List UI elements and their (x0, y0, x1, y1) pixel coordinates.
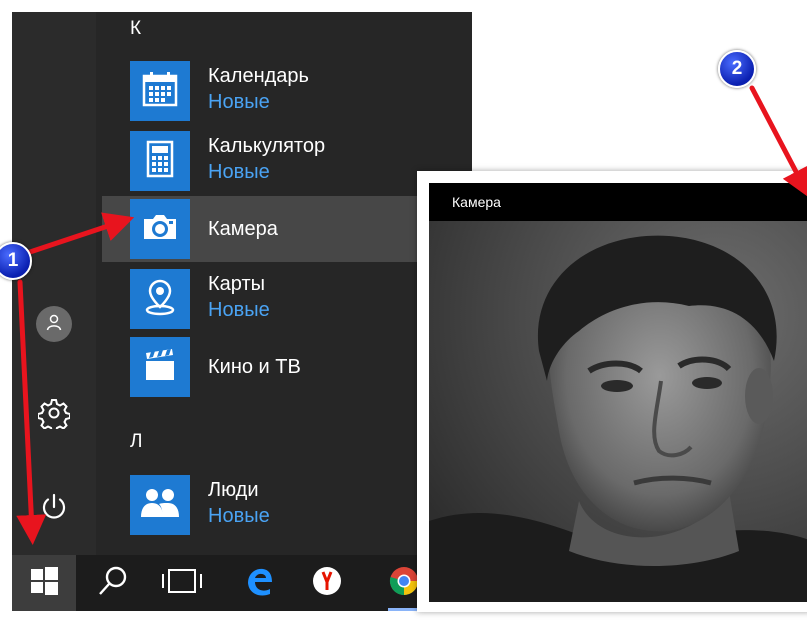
edge-icon (243, 565, 275, 602)
windows-logo-icon (28, 565, 60, 602)
camera-app-window: Камера (417, 171, 807, 612)
app-calculator-badge: Новые (208, 161, 270, 183)
app-maps-name: Карты (208, 273, 265, 295)
app-people-name: Люди (208, 479, 259, 501)
yandex-icon (311, 565, 343, 602)
power-icon (38, 491, 70, 528)
maps-pin-icon (140, 277, 180, 322)
edge-button[interactable] (236, 555, 282, 611)
clapperboard-icon (140, 345, 180, 390)
step-marker-2: 2 (718, 50, 756, 88)
chrome-icon (388, 565, 420, 602)
calendar-icon (140, 69, 180, 114)
calculator-icon (140, 139, 180, 184)
webcam-face-image (429, 221, 807, 602)
user-icon (45, 313, 63, 336)
start-button[interactable] (12, 555, 76, 611)
gear-icon (37, 397, 71, 434)
maps-tile (130, 269, 190, 329)
taskbar (12, 555, 430, 611)
camera-window-title[interactable]: Камера (429, 183, 807, 221)
power-button[interactable] (34, 489, 74, 529)
app-calendar-name: Календарь (208, 65, 309, 87)
section-header-k[interactable]: К (130, 18, 141, 40)
calculator-tile (130, 131, 190, 191)
app-camera-name: Камера (208, 218, 278, 240)
people-tile (130, 475, 190, 535)
task-view-icon (160, 566, 204, 601)
section-header-l[interactable]: Л (130, 431, 142, 453)
camera-tile (130, 199, 190, 259)
settings-button[interactable] (34, 395, 74, 435)
camera-preview (429, 221, 807, 602)
app-calculator-name: Калькулятор (208, 135, 326, 157)
app-maps-badge: Новые (208, 299, 270, 321)
yandex-browser-button[interactable] (304, 555, 350, 611)
app-calendar[interactable]: Календарь Новые (102, 58, 472, 124)
app-people-badge: Новые (208, 505, 270, 527)
app-movies-tv-name: Кино и ТВ (208, 356, 301, 378)
start-menu: К Календарь Новые Калькулятор Новые Каме… (12, 12, 472, 557)
user-avatar[interactable] (36, 306, 72, 342)
search-icon (96, 564, 130, 603)
start-left-rail (12, 12, 96, 557)
app-calendar-badge: Новые (208, 91, 270, 113)
camera-icon (138, 207, 182, 252)
search-button[interactable] (90, 555, 136, 611)
calendar-tile (130, 61, 190, 121)
task-view-button[interactable] (156, 555, 208, 611)
movies-tile (130, 337, 190, 397)
people-icon (138, 483, 182, 528)
